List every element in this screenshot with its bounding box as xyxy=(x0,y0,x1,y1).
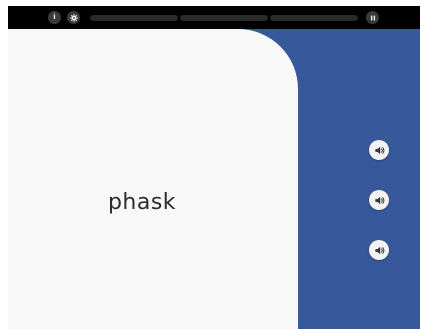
prompt-word: phask xyxy=(107,190,177,215)
audio-option-3-button[interactable] xyxy=(369,240,389,260)
speaker-icon xyxy=(374,195,385,206)
progress-segment-3 xyxy=(270,15,358,21)
top-toolbar: i xyxy=(8,6,420,29)
gear-icon xyxy=(69,13,78,22)
info-button[interactable]: i xyxy=(48,11,61,24)
info-icon: i xyxy=(53,13,56,21)
speaker-icon xyxy=(374,245,385,256)
progress-segment-2 xyxy=(180,15,268,21)
progress-segment-1 xyxy=(90,15,178,21)
audio-option-1-button[interactable] xyxy=(369,140,389,160)
audio-option-2-button[interactable] xyxy=(369,190,389,210)
pause-icon xyxy=(370,15,376,21)
pause-button[interactable] xyxy=(366,11,379,24)
settings-button[interactable] xyxy=(67,11,80,24)
app-stage: i phask xyxy=(0,0,427,329)
speaker-icon xyxy=(374,145,385,156)
word-card xyxy=(8,29,298,329)
